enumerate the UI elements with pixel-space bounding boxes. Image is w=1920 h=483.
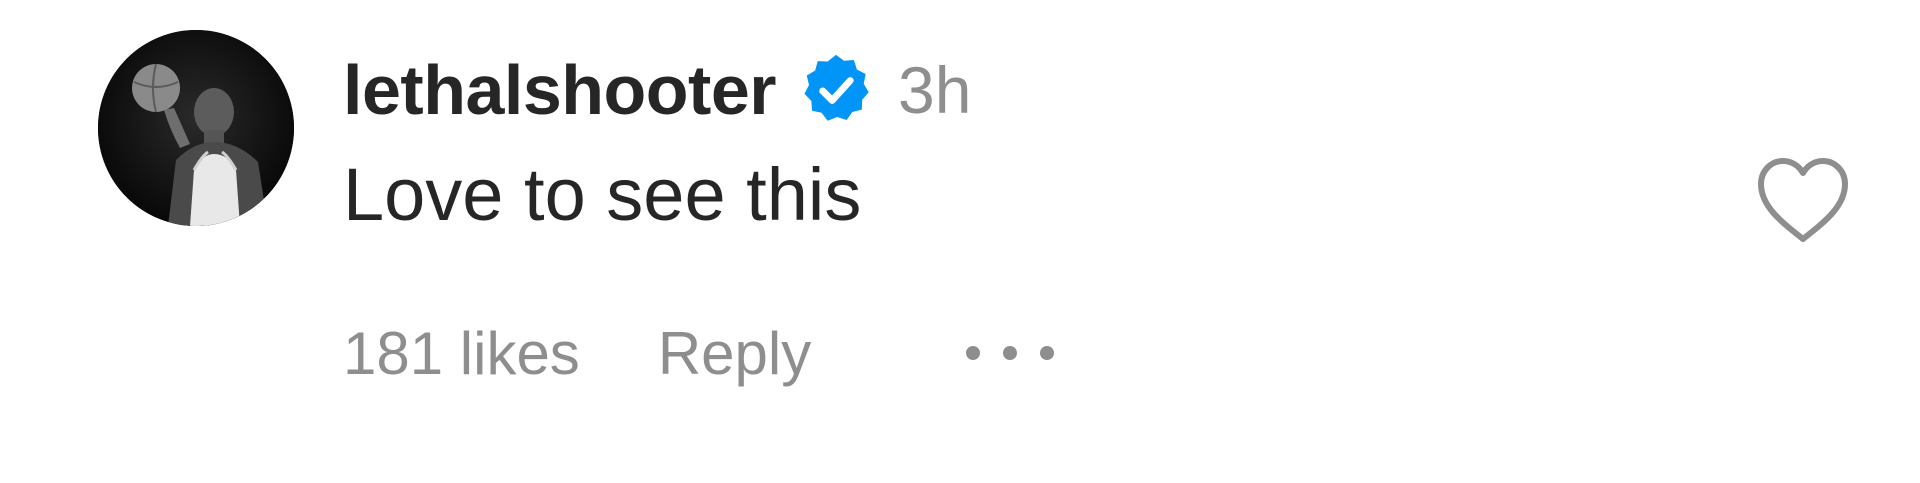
username[interactable]: lethalshooter <box>343 50 777 130</box>
comment-text: Love to see this <box>343 153 862 236</box>
reply-button[interactable]: Reply <box>658 319 811 388</box>
comment-timestamp[interactable]: 3h <box>898 52 971 128</box>
verified-badge-icon <box>798 52 874 128</box>
comment-header: lethalshooter 3h <box>343 40 971 140</box>
avatar[interactable] <box>98 30 294 226</box>
likes-count[interactable]: 181 likes <box>343 319 580 388</box>
avatar-photo <box>98 30 294 226</box>
comment-item: lethalshooter 3h Love to see this 181 li… <box>0 0 1920 483</box>
comment-actions: 181 likes Reply <box>343 308 1061 398</box>
more-options-icon[interactable] <box>959 333 1061 373</box>
heart-outline-icon[interactable] <box>1755 155 1851 245</box>
